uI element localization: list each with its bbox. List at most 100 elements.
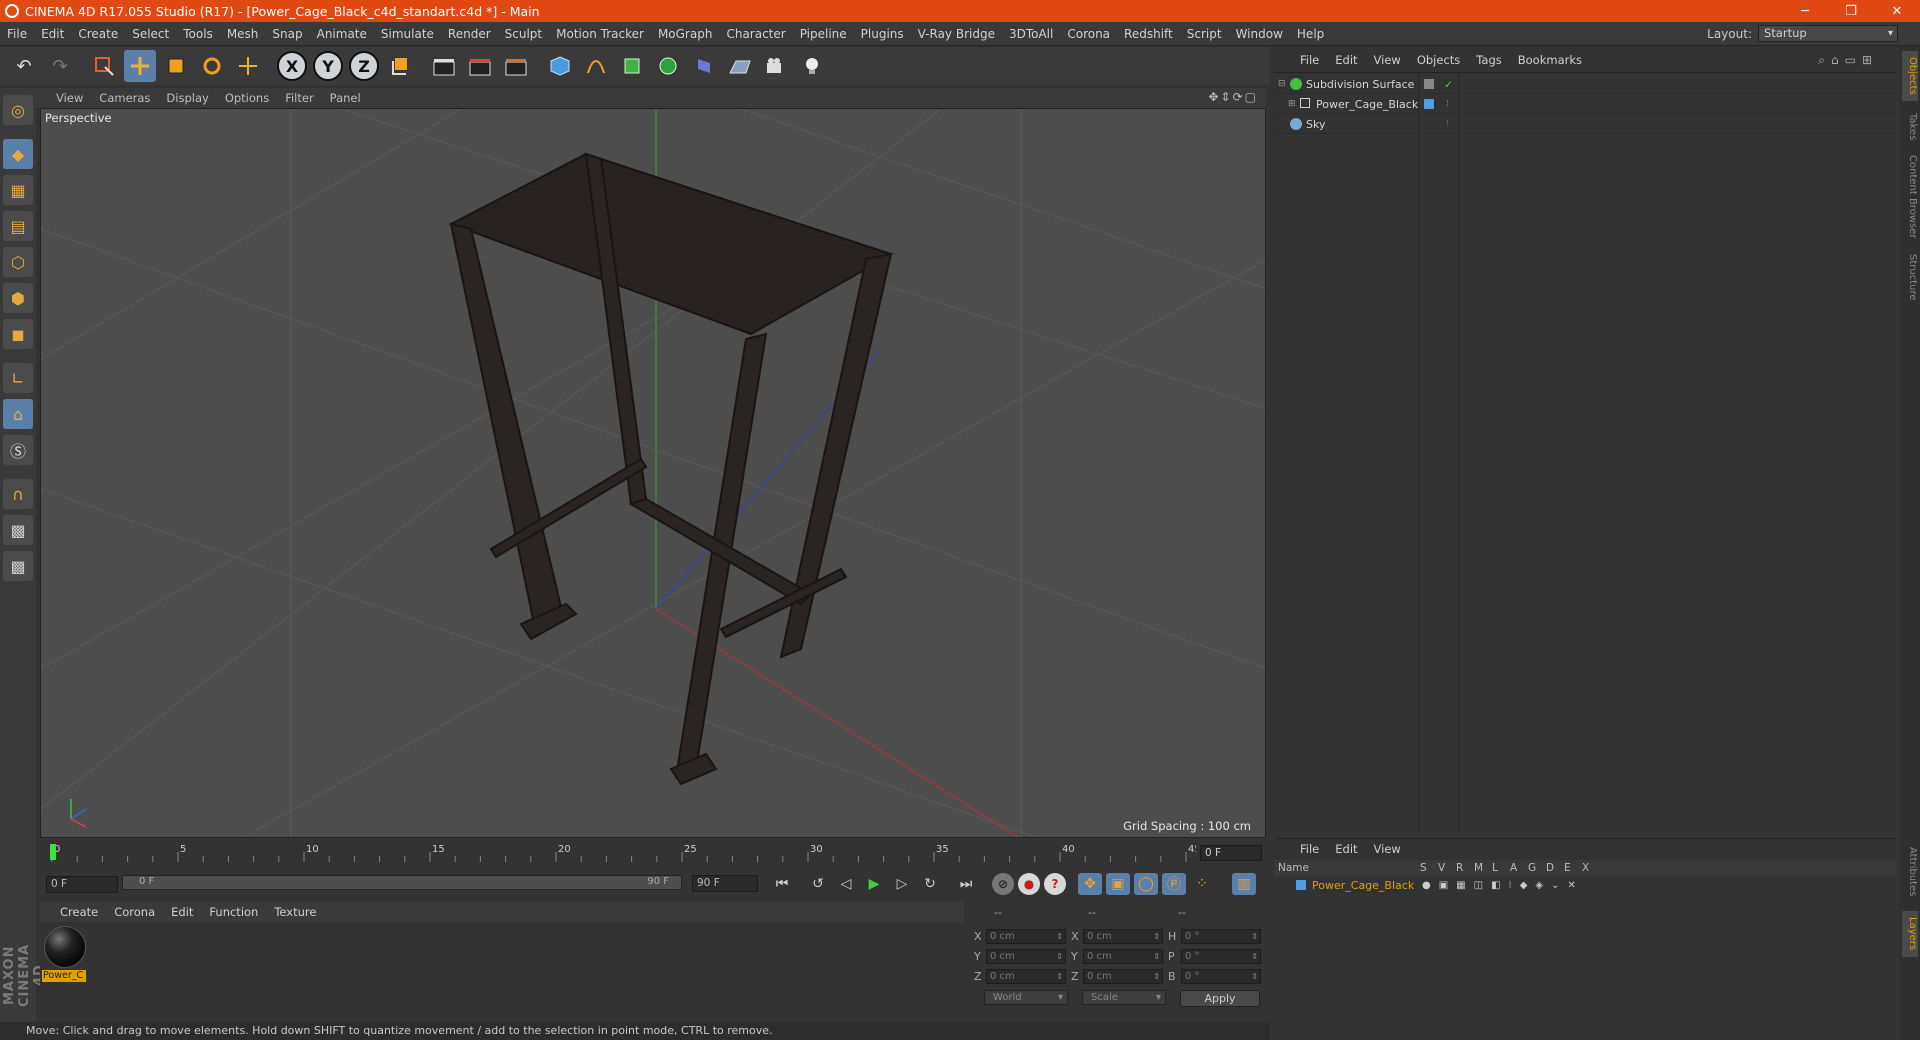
texture-mode-button[interactable]: ▦ [3, 175, 33, 205]
layer-menu-edit[interactable]: Edit [1327, 842, 1365, 856]
enabled-check-icon[interactable]: ✓ [1444, 75, 1453, 94]
key-rotation-button[interactable]: ◯ [1134, 873, 1158, 895]
model-mode-button[interactable]: ◆ [3, 139, 33, 169]
rot-p-field[interactable]: 0 ° [1181, 949, 1261, 964]
tab-structure[interactable]: Structure [1902, 247, 1918, 307]
recent-tool-button[interactable] [232, 50, 264, 82]
collapse-toggle[interactable]: ⊟ [1278, 75, 1286, 94]
live-selection-button[interactable] [88, 50, 120, 82]
render-picture-viewer-button[interactable] [464, 50, 496, 82]
snap-button[interactable]: Ⓢ [3, 435, 33, 465]
key-parameter-button[interactable]: Ⓟ [1162, 873, 1186, 895]
frame-range-slider[interactable]: 0 F 90 F [122, 875, 682, 890]
record-keys-button[interactable]: ⊘ [992, 873, 1014, 895]
rot-h-field[interactable]: 0 ° [1181, 929, 1261, 944]
layer-row[interactable]: Power_Cage_Black ●▣▦◫◧⁝◆◈⌄✕ [1274, 877, 1896, 894]
viewport-menu-view[interactable]: View [48, 91, 91, 105]
object-menu-tags[interactable]: Tags [1468, 53, 1509, 67]
viewport-menu-options[interactable]: Options [217, 91, 277, 105]
menu-3dtoall[interactable]: 3DToAll [1002, 27, 1060, 41]
polygons-mode-button[interactable]: ◼ [3, 319, 33, 349]
menu-sculpt[interactable]: Sculpt [498, 27, 549, 41]
menu-mograph[interactable]: MoGraph [651, 27, 720, 41]
prev-key-button[interactable]: ↺ [806, 873, 830, 895]
visibility-dots[interactable] [1424, 79, 1434, 89]
pos-z-field[interactable]: 0 cm [986, 969, 1066, 984]
key-position-button[interactable]: ✥ [1078, 873, 1102, 895]
tab-attributes[interactable]: Attributes [1902, 837, 1918, 907]
coordinate-system-button[interactable] [384, 50, 416, 82]
y-axis-lock-button[interactable]: Y [313, 51, 343, 81]
menu-simulate[interactable]: Simulate [374, 27, 441, 41]
autokey-button[interactable]: ● [1018, 873, 1040, 895]
grid-snap-button[interactable]: ▩ [3, 551, 33, 581]
layout-dropdown[interactable]: Startup [1758, 25, 1898, 42]
tab-content-browser[interactable]: Content Browser [1902, 152, 1918, 242]
close-button[interactable]: ✕ [1874, 4, 1920, 19]
move-tool-button[interactable] [124, 50, 156, 82]
menu-plugins[interactable]: Plugins [854, 27, 911, 41]
add-light-button[interactable] [796, 50, 828, 82]
tab-takes[interactable]: Takes [1902, 107, 1918, 147]
layer-menu-file[interactable]: File [1292, 842, 1327, 856]
scale-tool-button[interactable] [160, 50, 192, 82]
object-row[interactable]: Sky ⁝ [1274, 115, 1896, 134]
redo-button[interactable]: ↷ [44, 50, 76, 82]
visibility-dots[interactable]: ⁝ [1446, 115, 1449, 134]
key-scale-button[interactable]: ▣ [1106, 873, 1130, 895]
menu-corona[interactable]: Corona [1060, 27, 1117, 41]
material-menu-function[interactable]: Function [201, 905, 266, 919]
add-floor-button[interactable] [724, 50, 756, 82]
object-menu-file[interactable]: File [1292, 53, 1327, 67]
menu-edit[interactable]: Edit [34, 27, 71, 41]
menu-character[interactable]: Character [719, 27, 792, 41]
undo-button[interactable]: ↶ [8, 50, 40, 82]
magnet-button[interactable]: ∩ [3, 479, 33, 509]
next-frame-button[interactable]: ▷ [890, 873, 914, 895]
material-menu-edit[interactable]: Edit [163, 905, 201, 919]
material-tag-icon[interactable] [1424, 99, 1434, 109]
timeline-ruler[interactable]: 051015202530354045505560657075808590 [46, 842, 1232, 862]
menu-create[interactable]: Create [71, 27, 125, 41]
menu-redshift[interactable]: Redshift [1117, 27, 1180, 41]
minimize-button[interactable]: ─ [1782, 4, 1828, 19]
points-mode-button[interactable]: ⬡ [3, 247, 33, 277]
menu-render[interactable]: Render [441, 27, 498, 41]
menu-snap[interactable]: Snap [265, 27, 309, 41]
object-menu-bookmarks[interactable]: Bookmarks [1510, 53, 1590, 67]
object-menu-edit[interactable]: Edit [1327, 53, 1365, 67]
menu-animate[interactable]: Animate [310, 27, 374, 41]
menu-script[interactable]: Script [1180, 27, 1229, 41]
viewport-menu-display[interactable]: Display [158, 91, 216, 105]
tab-layers[interactable]: Layers [1902, 911, 1918, 957]
restore-button[interactable]: ❐ [1828, 4, 1874, 19]
size-x-field[interactable]: 0 cm [1083, 929, 1163, 944]
menu-file[interactable]: File [0, 27, 34, 41]
x-axis-lock-button[interactable]: X [277, 51, 307, 81]
goto-start-button[interactable]: ⏮ [770, 873, 794, 895]
tab-objects[interactable]: Objects [1902, 51, 1918, 101]
rotate-tool-button[interactable] [196, 50, 228, 82]
add-array-button[interactable] [652, 50, 684, 82]
size-mode-dropdown[interactable]: Scale [1082, 990, 1166, 1005]
menu-mesh[interactable]: Mesh [220, 27, 266, 41]
object-row[interactable]: ⊞ Power_Cage_Black ⁝ [1274, 95, 1896, 114]
viewport-menu-cameras[interactable]: Cameras [91, 91, 158, 105]
material-menu-texture[interactable]: Texture [266, 905, 324, 919]
add-subdivision-button[interactable] [616, 50, 648, 82]
add-deformer-button[interactable] [688, 50, 720, 82]
viewport-navigation-icons[interactable]: ✥⇕⟳▢ [1208, 90, 1258, 104]
layer-menu-view[interactable]: View [1366, 842, 1409, 856]
coordinate-space-dropdown[interactable]: World [984, 990, 1068, 1005]
end-frame-field[interactable]: 90 F [692, 875, 758, 892]
keyframe-selection-button[interactable]: ? [1044, 873, 1066, 895]
menu-motion-tracker[interactable]: Motion Tracker [549, 27, 651, 41]
render-view-button[interactable] [428, 50, 460, 82]
pos-y-field[interactable]: 0 cm [986, 949, 1066, 964]
layer-toggles-icons[interactable]: ●▣▦◫◧⁝◆◈⌄✕ [1422, 877, 1584, 894]
start-frame-field[interactable]: 0 F [46, 875, 118, 893]
perspective-viewport[interactable]: Perspective Grid Spacing : 100 cm [40, 108, 1266, 838]
menu-help[interactable]: Help [1290, 27, 1331, 41]
object-menu-objects[interactable]: Objects [1409, 53, 1468, 67]
prev-frame-button[interactable]: ◁ [834, 873, 858, 895]
